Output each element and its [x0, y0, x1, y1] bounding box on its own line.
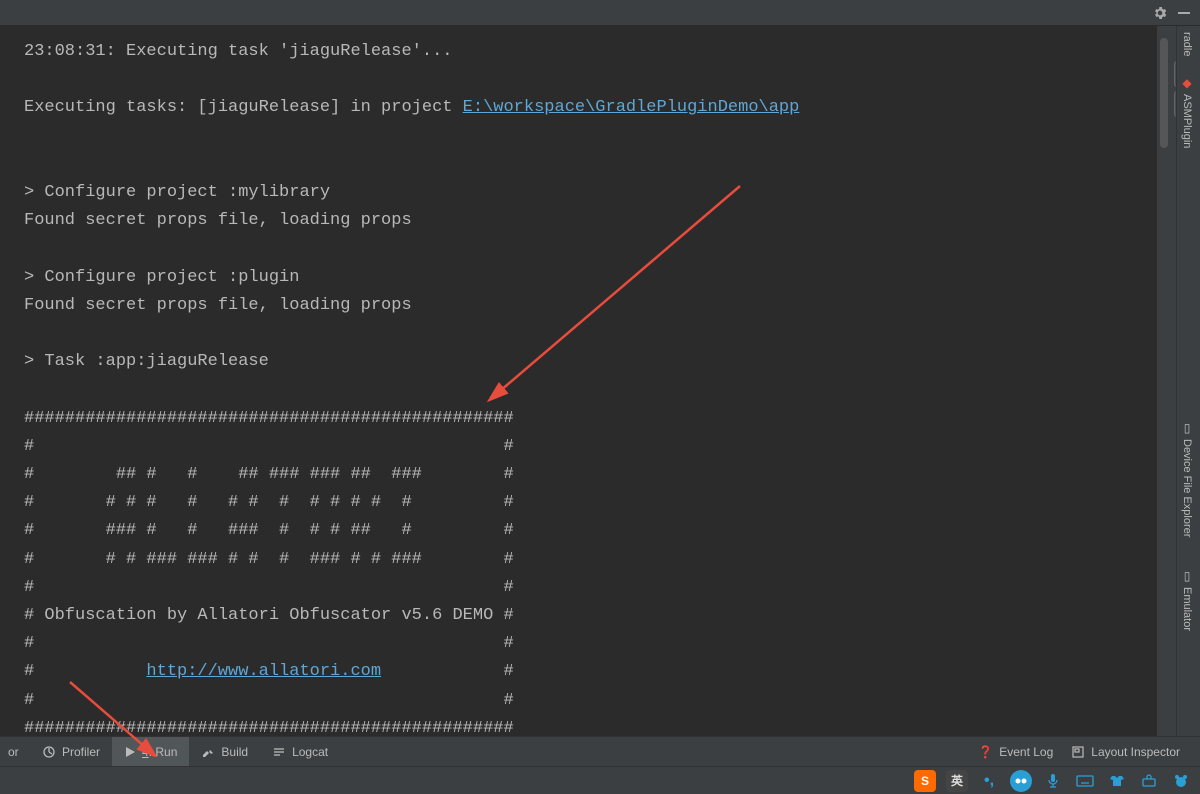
- tray-toolbox-icon[interactable]: [1138, 770, 1160, 792]
- asm-icon: ◆: [1182, 76, 1191, 90]
- console-panel: 23:08:31: Executing task 'jiaguRelease'.…: [0, 26, 1156, 736]
- scrollbar-thumb[interactable]: [1160, 38, 1168, 148]
- profiler-tab[interactable]: Profiler: [30, 737, 112, 766]
- event-log-tab[interactable]: ❓ Event Log: [978, 745, 1053, 759]
- tray-bear-icon[interactable]: [1170, 770, 1192, 792]
- tray-globe-icon[interactable]: [1010, 770, 1032, 792]
- layout-inspector-icon: [1071, 745, 1085, 759]
- logcat-label: Logcat: [292, 745, 328, 759]
- layout-inspector-tab[interactable]: Layout Inspector: [1071, 745, 1180, 759]
- settings-icon[interactable]: [1148, 1, 1172, 25]
- ime-sogou-icon[interactable]: S: [914, 770, 936, 792]
- main-area: 23:08:31: Executing task 'jiaguRelease'.…: [0, 26, 1200, 736]
- bottom-tab-stub[interactable]: or: [0, 737, 30, 766]
- build-label: Build: [221, 745, 248, 759]
- event-log-icon: ❓: [978, 745, 993, 759]
- run-tab[interactable]: 4: Run: [112, 737, 189, 766]
- system-tray: S 英 •,: [0, 766, 1200, 794]
- device-icon: ▯: [1184, 421, 1191, 435]
- profiler-icon: [42, 745, 56, 759]
- logcat-tab[interactable]: Logcat: [260, 737, 340, 766]
- bottom-toolbar: or Profiler 4: Run Build Logcat ❓ Event …: [0, 736, 1200, 766]
- console-scrollbar[interactable]: [1156, 26, 1176, 736]
- emulator-tab[interactable]: ▯ Emulator: [1177, 563, 1197, 637]
- build-icon: [201, 745, 215, 759]
- event-log-label: Event Log: [999, 745, 1053, 759]
- tray-mic-icon[interactable]: [1042, 770, 1064, 792]
- profiler-label: Profiler: [62, 745, 100, 759]
- console-output: 23:08:31: Executing task 'jiaguRelease'.…: [24, 38, 1156, 736]
- logcat-icon: [272, 745, 286, 759]
- run-icon: [124, 746, 136, 758]
- project-path-link[interactable]: E:\workspace\GradlePluginDemo\app: [463, 98, 800, 117]
- asmplugin-tab[interactable]: ◆ ASMPlugin: [1177, 70, 1197, 154]
- tray-skin-icon[interactable]: [1106, 770, 1128, 792]
- top-toolbar: [0, 0, 1200, 26]
- right-sidebar: radle ◆ ASMPlugin ▯ Device File Explorer…: [1176, 26, 1200, 736]
- emulator-icon: ▯: [1184, 569, 1191, 583]
- ime-lang-icon[interactable]: 英: [946, 770, 968, 792]
- tray-keyboard-icon[interactable]: [1074, 770, 1096, 792]
- device-file-explorer-tab[interactable]: ▯ Device File Explorer: [1177, 415, 1197, 543]
- build-tab[interactable]: Build: [189, 737, 260, 766]
- allatori-link[interactable]: http://www.allatori.com: [146, 662, 381, 681]
- gradle-tab[interactable]: radle: [1177, 26, 1197, 62]
- tray-punct-icon[interactable]: •,: [978, 770, 1000, 792]
- run-label: 4: Run: [142, 745, 177, 759]
- hide-icon[interactable]: [1172, 1, 1196, 25]
- layout-inspector-label: Layout Inspector: [1091, 745, 1180, 759]
